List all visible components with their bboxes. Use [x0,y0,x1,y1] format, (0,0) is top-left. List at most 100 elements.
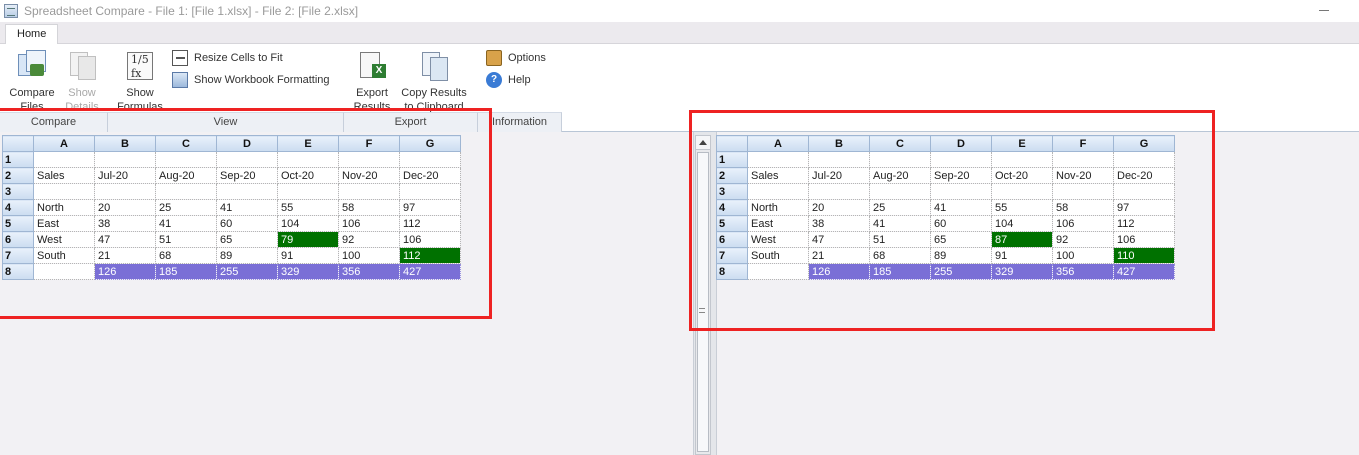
sheet-cell[interactable] [399,183,461,200]
sheet-cell[interactable]: 91 [991,247,1053,264]
sheet-cell[interactable]: 112 [1113,215,1175,232]
sheet-cell[interactable]: Oct-20 [277,167,339,184]
tab-home[interactable]: Home [5,24,59,45]
sheet-cell[interactable]: 104 [991,215,1053,232]
sheet-cell[interactable] [338,183,400,200]
sheet-cell[interactable]: 106 [399,231,461,248]
sheet-cell[interactable]: 65 [216,231,278,248]
sheet-cell[interactable]: Jul-20 [808,167,870,184]
options-button[interactable]: Options [486,50,546,66]
sheet-cell[interactable]: 68 [869,247,931,264]
sheet-cell[interactable]: 38 [808,215,870,232]
sheet-cell[interactable] [991,183,1053,200]
scroll-up-icon[interactable] [696,136,710,150]
sheet-cell[interactable]: 87 [991,231,1053,248]
sheet-cell[interactable]: 89 [930,247,992,264]
sheet-cell[interactable]: Aug-20 [155,167,217,184]
column-header-b[interactable]: B [808,135,870,152]
sheet-cell[interactable] [991,151,1053,168]
sheet-cell[interactable]: 356 [338,263,400,280]
show-formatting-button[interactable]: Show Workbook Formatting [172,72,330,88]
sheet-cell[interactable]: 60 [930,215,992,232]
sheet-cell[interactable]: 20 [94,199,156,216]
sheet-cell[interactable]: 104 [277,215,339,232]
sheet-cell[interactable]: 185 [869,263,931,280]
row-header[interactable]: 1 [716,151,748,168]
sheet-cell[interactable] [869,183,931,200]
row-header[interactable]: 7 [716,247,748,264]
sheet-cell[interactable]: West [33,231,95,248]
row-header[interactable]: 3 [716,183,748,200]
sheet-cell[interactable] [277,183,339,200]
column-header-c[interactable]: C [869,135,931,152]
sheet-cell[interactable]: 255 [930,263,992,280]
sheet-cell[interactable] [277,151,339,168]
export-results-button[interactable]: X Export Results [350,50,394,114]
column-header-a[interactable]: A [33,135,95,152]
sheet-cell[interactable] [33,263,95,280]
sheet-cell[interactable]: 126 [808,263,870,280]
sheet-cell[interactable]: 100 [338,247,400,264]
sheet-cell[interactable]: 79 [277,231,339,248]
row-header[interactable]: 6 [716,231,748,248]
sheet-cell[interactable]: 47 [94,231,156,248]
select-all-corner[interactable] [2,135,34,152]
sheet-cell[interactable] [155,183,217,200]
sheet-cell[interactable]: 21 [808,247,870,264]
resize-cells-button[interactable]: Resize Cells to Fit [172,50,283,66]
sheet-cell[interactable] [216,183,278,200]
sheet-cell[interactable]: 51 [155,231,217,248]
sheet-cell[interactable]: Sales [33,167,95,184]
sheet-cell[interactable]: Jul-20 [94,167,156,184]
sheet-cell[interactable] [808,151,870,168]
select-all-corner[interactable] [716,135,748,152]
sheet-cell[interactable]: Aug-20 [869,167,931,184]
sheet-cell[interactable] [155,151,217,168]
sheet-cell[interactable]: 92 [338,231,400,248]
sheet-cell[interactable]: 126 [94,263,156,280]
scrollbar-thumb[interactable] [697,152,709,452]
sheet-cell[interactable]: 41 [216,199,278,216]
row-header[interactable]: 3 [2,183,34,200]
sheet-cell[interactable] [747,263,809,280]
sheet-cell[interactable]: 91 [277,247,339,264]
vertical-scrollbar[interactable] [695,135,711,455]
sheet-cell[interactable] [869,151,931,168]
row-header[interactable]: 2 [2,167,34,184]
sheet-cell[interactable]: 21 [94,247,156,264]
row-header[interactable]: 1 [2,151,34,168]
sheet-cell[interactable]: 100 [1052,247,1114,264]
sheet-cell[interactable]: Oct-20 [991,167,1053,184]
row-header[interactable]: 2 [716,167,748,184]
sheet-cell[interactable]: 89 [216,247,278,264]
column-header-b[interactable]: B [94,135,156,152]
sheet-cell[interactable] [399,151,461,168]
sheet-cell[interactable]: 38 [94,215,156,232]
show-formulas-button[interactable]: 1/5 fx Show Formulas [114,50,166,114]
sheet-cell[interactable]: Dec-20 [399,167,461,184]
sheet-cell[interactable] [808,183,870,200]
sheet-cell[interactable] [930,151,992,168]
sheet-cell[interactable]: 110 [1113,247,1175,264]
sheet-cell[interactable]: 60 [216,215,278,232]
sheet-cell[interactable]: 68 [155,247,217,264]
sheet-cell[interactable] [1113,183,1175,200]
sheet-cell[interactable] [747,151,809,168]
sheet-cell[interactable]: 58 [338,199,400,216]
sheet-cell[interactable]: 55 [991,199,1053,216]
sheet-cell[interactable]: 47 [808,231,870,248]
sheet-cell[interactable]: 25 [869,199,931,216]
sheet-cell[interactable]: 112 [399,215,461,232]
row-header[interactable]: 8 [716,263,748,280]
sheet-cell[interactable] [216,151,278,168]
sheet-cell[interactable]: Dec-20 [1113,167,1175,184]
column-header-f[interactable]: F [338,135,400,152]
sheet-cell[interactable]: East [33,215,95,232]
sheet-cell[interactable]: 329 [991,263,1053,280]
sheet-cell[interactable]: South [33,247,95,264]
sheet-cell[interactable] [930,183,992,200]
minimize-icon[interactable] [1319,10,1329,11]
sheet-cell[interactable]: 112 [399,247,461,264]
sheet-cell[interactable]: 106 [338,215,400,232]
column-header-e[interactable]: E [277,135,339,152]
